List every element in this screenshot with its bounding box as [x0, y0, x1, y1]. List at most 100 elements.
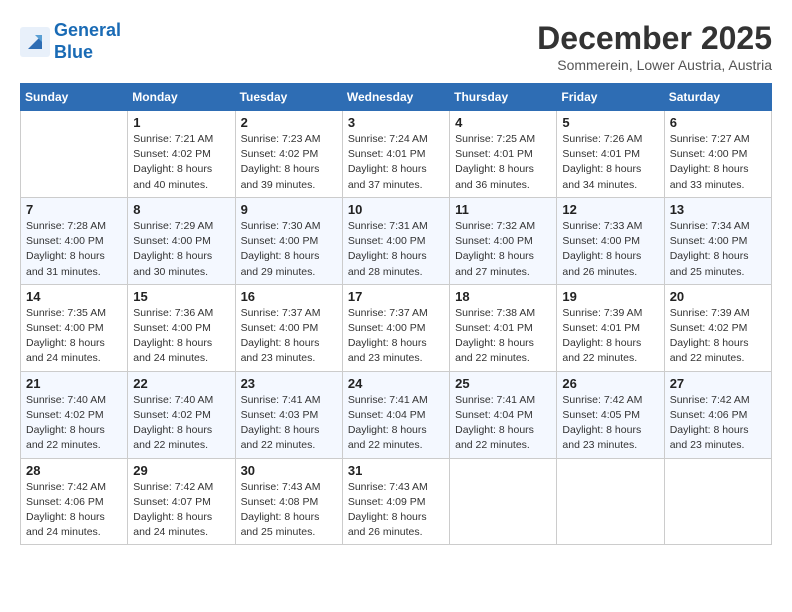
day-info: Sunrise: 7:40 AMSunset: 4:02 PMDaylight:…: [26, 393, 122, 454]
calendar-cell: 26Sunrise: 7:42 AMSunset: 4:05 PMDayligh…: [557, 371, 664, 458]
calendar-cell: 11 Sunrise: 7:32 AMSunset: 4:00 PMDayligh…: [450, 197, 557, 284]
day-info: Sunrise: 7:42 AMSunset: 4:07 PMDaylight:…: [133, 480, 229, 541]
day-info: Sunrise: 7:43 AMSunset: 4:09 PMDaylight:…: [348, 480, 444, 541]
day-info: Sunrise: 7:39 AMSunset: 4:01 PMDaylight:…: [562, 306, 658, 367]
calendar-cell: 2Sunrise: 7:23 AMSunset: 4:02 PMDaylight…: [235, 111, 342, 198]
day-info: Sunrise: 7:42 AMSunset: 4:06 PMDaylight:…: [670, 393, 766, 454]
calendar-cell: 15 Sunrise: 7:36 AMSunset: 4:00 PMDayligh…: [128, 284, 235, 371]
day-number: 15: [133, 289, 229, 304]
day-info: Sunrise: 7:29 AMSunset: 4:00 PMDaylight:…: [133, 219, 229, 280]
calendar-cell: 14 Sunrise: 7:35 AMSunset: 4:00 PMDayligh…: [21, 284, 128, 371]
day-number: 4: [455, 115, 551, 130]
calendar-table: SundayMondayTuesdayWednesdayThursdayFrid…: [20, 83, 772, 545]
day-info: Sunrise: 7:42 AMSunset: 4:05 PMDaylight:…: [562, 393, 658, 454]
day-info: Sunrise: 7:41 AMSunset: 4:04 PMDaylight:…: [455, 393, 551, 454]
calendar-cell: 28Sunrise: 7:42 AMSunset: 4:06 PMDayligh…: [21, 458, 128, 545]
month-title: December 2025: [537, 20, 772, 57]
weekday-header: Wednesday: [342, 84, 449, 111]
calendar-cell: 22 Sunrise: 7:40 AMSunset: 4:02 PMDayligh…: [128, 371, 235, 458]
calendar-week-row: 28Sunrise: 7:42 AMSunset: 4:06 PMDayligh…: [21, 458, 772, 545]
calendar-week-row: 14 Sunrise: 7:35 AMSunset: 4:00 PMDayligh…: [21, 284, 772, 371]
day-info: Sunrise: 7:34 AMSunset: 4:00 PMDaylight:…: [670, 219, 766, 280]
day-number: 20: [670, 289, 766, 304]
day-info: Sunrise: 7:42 AMSunset: 4:06 PMDaylight:…: [26, 480, 122, 541]
calendar-cell: [664, 458, 771, 545]
day-number: 5: [562, 115, 658, 130]
calendar-cell: 10 Sunrise: 7:31 AMSunset: 4:00 PMDayligh…: [342, 197, 449, 284]
calendar-cell: 12 Sunrise: 7:33 AMSunset: 4:00 PMDayligh…: [557, 197, 664, 284]
day-number: 23: [241, 376, 337, 391]
day-info: Sunrise: 7:27 AMSunset: 4:00 PMDaylight:…: [670, 132, 766, 193]
calendar-cell: 23Sunrise: 7:41 AMSunset: 4:03 PMDayligh…: [235, 371, 342, 458]
day-number: 17: [348, 289, 444, 304]
calendar-cell: 27 Sunrise: 7:42 AMSunset: 4:06 PMDayligh…: [664, 371, 771, 458]
day-number: 19: [562, 289, 658, 304]
logo-line2: Blue: [54, 42, 93, 62]
weekday-header: Thursday: [450, 84, 557, 111]
calendar-cell: 6 Sunrise: 7:27 AMSunset: 4:00 PMDaylight…: [664, 111, 771, 198]
calendar-body: 1 Sunrise: 7:21 AMSunset: 4:02 PMDaylight…: [21, 111, 772, 545]
calendar-cell: 31 Sunrise: 7:43 AMSunset: 4:09 PMDayligh…: [342, 458, 449, 545]
day-number: 11: [455, 202, 551, 217]
weekday-header: Saturday: [664, 84, 771, 111]
calendar-week-row: 21 Sunrise: 7:40 AMSunset: 4:02 PMDayligh…: [21, 371, 772, 458]
day-info: Sunrise: 7:24 AMSunset: 4:01 PMDaylight:…: [348, 132, 444, 193]
calendar-cell: 4 Sunrise: 7:25 AMSunset: 4:01 PMDaylight…: [450, 111, 557, 198]
day-info: Sunrise: 7:35 AMSunset: 4:00 PMDaylight:…: [26, 306, 122, 367]
weekday-header: Monday: [128, 84, 235, 111]
day-number: 13: [670, 202, 766, 217]
logo-text: General Blue: [54, 20, 121, 63]
calendar-cell: [21, 111, 128, 198]
day-number: 12: [562, 202, 658, 217]
calendar-cell: 25 Sunrise: 7:41 AMSunset: 4:04 PMDayligh…: [450, 371, 557, 458]
calendar-cell: 17 Sunrise: 7:37 AMSunset: 4:00 PMDayligh…: [342, 284, 449, 371]
calendar-cell: [557, 458, 664, 545]
day-info: Sunrise: 7:28 AMSunset: 4:00 PMDaylight:…: [26, 219, 122, 280]
calendar-week-row: 7 Sunrise: 7:28 AMSunset: 4:00 PMDaylight…: [21, 197, 772, 284]
day-number: 31: [348, 463, 444, 478]
day-info: Sunrise: 7:38 AMSunset: 4:01 PMDaylight:…: [455, 306, 551, 367]
calendar-cell: 21 Sunrise: 7:40 AMSunset: 4:02 PMDayligh…: [21, 371, 128, 458]
day-info: Sunrise: 7:40 AMSunset: 4:02 PMDaylight:…: [133, 393, 229, 454]
day-number: 22: [133, 376, 229, 391]
weekday-header: Sunday: [21, 84, 128, 111]
calendar-cell: 18 Sunrise: 7:38 AMSunset: 4:01 PMDayligh…: [450, 284, 557, 371]
day-info: Sunrise: 7:31 AMSunset: 4:00 PMDaylight:…: [348, 219, 444, 280]
day-number: 10: [348, 202, 444, 217]
day-number: 29: [133, 463, 229, 478]
day-info: Sunrise: 7:30 AMSunset: 4:00 PMDaylight:…: [241, 219, 337, 280]
day-number: 25: [455, 376, 551, 391]
day-number: 6: [670, 115, 766, 130]
calendar-cell: 7 Sunrise: 7:28 AMSunset: 4:00 PMDaylight…: [21, 197, 128, 284]
calendar-cell: 9 Sunrise: 7:30 AMSunset: 4:00 PMDaylight…: [235, 197, 342, 284]
day-number: 7: [26, 202, 122, 217]
calendar-cell: 29 Sunrise: 7:42 AMSunset: 4:07 PMDayligh…: [128, 458, 235, 545]
day-info: Sunrise: 7:43 AMSunset: 4:08 PMDaylight:…: [241, 480, 337, 541]
day-info: Sunrise: 7:32 AMSunset: 4:00 PMDaylight:…: [455, 219, 551, 280]
day-info: Sunrise: 7:26 AMSunset: 4:01 PMDaylight:…: [562, 132, 658, 193]
day-info: Sunrise: 7:37 AMSunset: 4:00 PMDaylight:…: [348, 306, 444, 367]
calendar-cell: 30Sunrise: 7:43 AMSunset: 4:08 PMDayligh…: [235, 458, 342, 545]
day-info: Sunrise: 7:33 AMSunset: 4:00 PMDaylight:…: [562, 219, 658, 280]
calendar-cell: [450, 458, 557, 545]
logo-line1: General: [54, 20, 121, 40]
day-info: Sunrise: 7:25 AMSunset: 4:01 PMDaylight:…: [455, 132, 551, 193]
day-number: 27: [670, 376, 766, 391]
day-number: 3: [348, 115, 444, 130]
day-number: 1: [133, 115, 229, 130]
title-block: December 2025 Sommerein, Lower Austria, …: [537, 20, 772, 73]
day-info: Sunrise: 7:21 AMSunset: 4:02 PMDaylight:…: [133, 132, 229, 193]
day-info: Sunrise: 7:36 AMSunset: 4:00 PMDaylight:…: [133, 306, 229, 367]
calendar-cell: 3 Sunrise: 7:24 AMSunset: 4:01 PMDaylight…: [342, 111, 449, 198]
day-number: 24: [348, 376, 444, 391]
day-number: 21: [26, 376, 122, 391]
location: Sommerein, Lower Austria, Austria: [537, 57, 772, 73]
calendar-cell: 24Sunrise: 7:41 AMSunset: 4:04 PMDayligh…: [342, 371, 449, 458]
logo: General Blue: [20, 20, 121, 63]
weekday-header: Friday: [557, 84, 664, 111]
logo-icon: [20, 27, 50, 57]
day-number: 14: [26, 289, 122, 304]
day-number: 9: [241, 202, 337, 217]
day-number: 18: [455, 289, 551, 304]
calendar-cell: 16Sunrise: 7:37 AMSunset: 4:00 PMDayligh…: [235, 284, 342, 371]
